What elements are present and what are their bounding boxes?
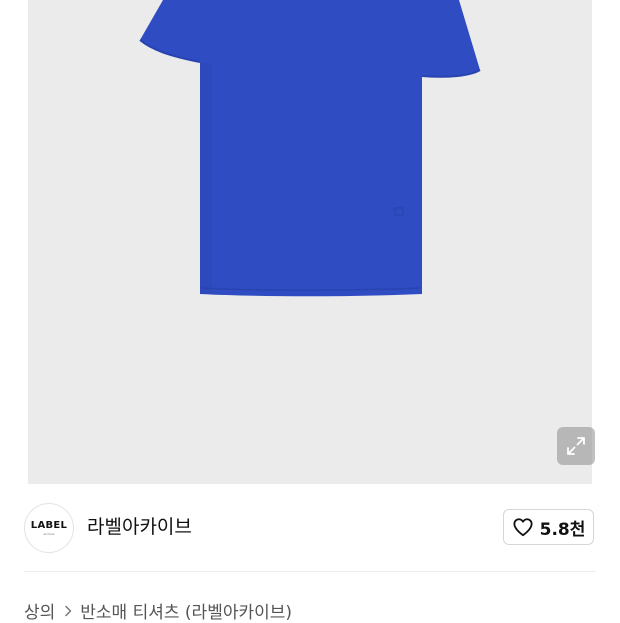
- like-button[interactable]: 5.8천: [503, 509, 594, 545]
- divider: [24, 571, 596, 572]
- brand-logo-subtext: archive: [43, 532, 55, 536]
- like-count: 5.8천: [539, 519, 586, 540]
- brand-name-link[interactable]: 라벨아카이브: [87, 512, 192, 539]
- tshirt-image: [139, 0, 481, 297]
- expand-image-button[interactable]: [557, 427, 595, 465]
- breadcrumb-subcategory[interactable]: 반소매 티셔츠 (라벨아카이브): [80, 598, 292, 623]
- brand-logo[interactable]: LABEL archive: [24, 503, 74, 553]
- expand-arrows-icon: [567, 437, 585, 455]
- breadcrumb-category[interactable]: 상의: [24, 598, 55, 623]
- breadcrumb: 상의 반소매 티셔츠 (라벨아카이브): [24, 598, 292, 623]
- product-image-area[interactable]: [0, 0, 620, 484]
- brand-logo-text: LABEL: [30, 520, 68, 531]
- heart-outline-icon: [513, 518, 533, 537]
- chevron-right-icon: [64, 605, 72, 617]
- seller-row: LABEL archive 라벨아카이브 5.8천: [0, 484, 620, 572]
